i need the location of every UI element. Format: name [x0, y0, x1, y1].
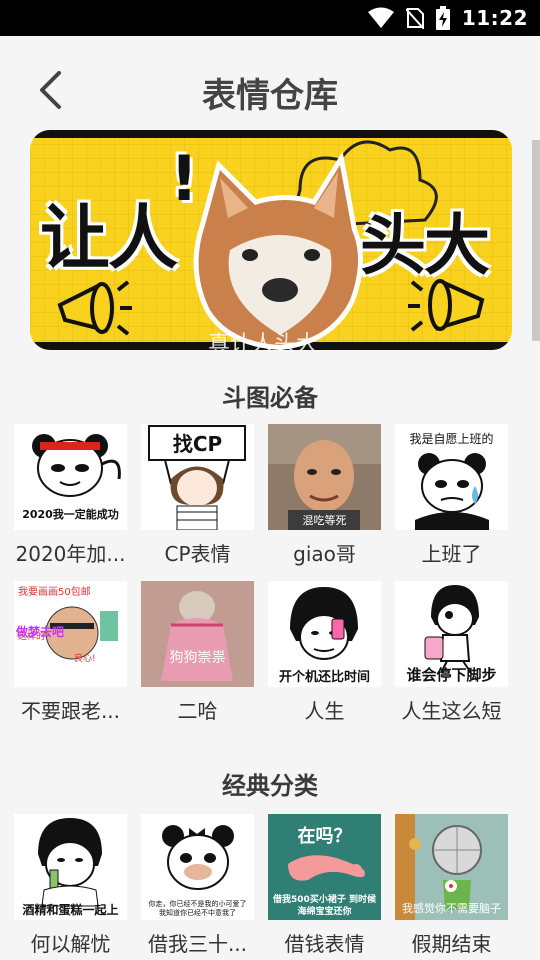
- sticker-thumb: 2020我一定能成功: [14, 424, 127, 530]
- sticker-thumb: 我是自愿上班的: [395, 424, 508, 530]
- sticker-label: CP表情: [164, 542, 231, 566]
- sticker-caption: 混吃等死: [302, 514, 347, 527]
- sticker-thumb: 混吃等死: [268, 424, 381, 530]
- sticker-tile[interactable]: 我感觉你不需要脑子 假期结束: [395, 814, 508, 957]
- banner-left-text: 让人: [40, 197, 178, 279]
- sticker-thumb: 狗狗崇祟: [141, 581, 254, 687]
- page-title: 表情仓库: [202, 76, 338, 116]
- sticker-label: 人生: [304, 699, 345, 723]
- sticker-tile[interactable]: 你走，你已经不是我的小可爱了 我知道你已经不中意我了 借我三十...: [141, 814, 254, 957]
- sticker-caption: 做梦去吧: [16, 625, 65, 639]
- sticker-thumb: 我感觉你不需要脑子: [395, 814, 508, 920]
- sticker-tile[interactable]: 在吗？ 借我500买小裙子 到时候海绵宝宝还你 借钱表情: [268, 814, 381, 957]
- banner-caption: 真让人头大: [208, 332, 319, 350]
- sticker-caption: 我感觉你不需要脑子: [402, 902, 501, 915]
- doutu-grid: 2020我一定能成功 2020年加... 找CP CP表情 混吃等死 giao哥…: [14, 424, 514, 724]
- banner[interactable]: 让人 ! 头大 真让人头大: [30, 130, 512, 350]
- sticker-tile[interactable]: 2020我一定能成功 2020年加...: [14, 424, 127, 567]
- sticker-thumb: 开个机还比时间: [268, 581, 381, 687]
- banner-exclaim: !: [170, 142, 199, 215]
- sticker-thumb: 酒精和蛋糕一起上: [14, 814, 127, 920]
- svg-text:良心!: 良心!: [74, 652, 96, 664]
- status-bar: 11:22: [0, 0, 540, 36]
- section-title-doutu: 斗图必备: [222, 384, 318, 412]
- sticker-thumb: 谁会停下脚步: [395, 581, 508, 687]
- sticker-label: 2020年加...: [15, 542, 126, 566]
- sticker-caption: 酒精和蛋糕一起上: [22, 903, 119, 917]
- sticker-label: 人生这么短: [401, 699, 502, 723]
- section-title-classic: 经典分类: [222, 772, 318, 800]
- sticker-label: 假期结束: [411, 932, 492, 956]
- sticker-label: 不要跟老...: [20, 699, 121, 723]
- sticker-caption: 我是自愿上班的: [409, 432, 494, 446]
- svg-text:我要画画50包邮: 我要画画50包邮: [18, 585, 91, 598]
- sticker-caption-top: 在吗？: [297, 826, 352, 847]
- sticker-label: 借我三十...: [147, 932, 248, 956]
- app-header: 表情仓库: [0, 36, 540, 140]
- classic-grid: 酒精和蛋糕一起上 何以解忧 你走，你已经不是我的小可爱了 我知道你已经不中意我了…: [14, 814, 514, 957]
- sticker-caption: 谁会停下脚步: [406, 666, 497, 684]
- sticker-label: 借钱表情: [284, 932, 365, 956]
- sticker-thumb: 在吗？ 借我500买小裙子 到时候海绵宝宝还你: [268, 814, 381, 920]
- sticker-tile[interactable]: 混吃等死 giao哥: [268, 424, 381, 567]
- sticker-thumb: 我要画画50包邮 这样的 良心! 做梦去吧: [14, 581, 127, 687]
- sticker-tile[interactable]: 酒精和蛋糕一起上 何以解忧: [14, 814, 127, 957]
- sticker-label: 二哈: [177, 699, 218, 723]
- status-time: 11:22: [461, 6, 528, 30]
- sticker-label: 何以解忧: [30, 932, 111, 956]
- sticker-tile[interactable]: 我要画画50包邮 这样的 良心! 做梦去吧 不要跟老...: [14, 581, 127, 724]
- status-icons: 11:22: [367, 4, 528, 32]
- banner-right-text: 头大: [360, 207, 490, 284]
- sticker-caption: 狗狗崇祟: [169, 650, 226, 666]
- sticker-caption: 借我500买小裙子 到时候海绵宝宝还你: [273, 895, 376, 917]
- sticker-caption: 开个机还比时间: [278, 670, 370, 685]
- sticker-caption: 你走，你已经不是我的小可爱了 我知道你已经不中意我了: [148, 900, 247, 917]
- sticker-tile[interactable]: 狗狗崇祟 二哈: [141, 581, 254, 724]
- no-sim-icon: [405, 8, 424, 29]
- sticker-tile[interactable]: 开个机还比时间 人生: [268, 581, 381, 724]
- sticker-caption: 2020我一定能成功: [22, 508, 119, 521]
- sticker-thumb: 找CP: [141, 424, 254, 530]
- sticker-tile[interactable]: 谁会停下脚步 人生这么短: [395, 581, 508, 724]
- sticker-tile[interactable]: 我是自愿上班的 上班了: [395, 424, 508, 567]
- sticker-caption: 找CP: [172, 432, 223, 456]
- battery-charging-icon: [435, 6, 450, 30]
- wifi-icon: [367, 7, 394, 28]
- sticker-label: 上班了: [421, 542, 482, 566]
- sticker-tile[interactable]: 找CP CP表情: [141, 424, 254, 567]
- sticker-label: giao哥: [293, 542, 356, 566]
- sticker-thumb: 你走，你已经不是我的小可爱了 我知道你已经不中意我了: [141, 814, 254, 920]
